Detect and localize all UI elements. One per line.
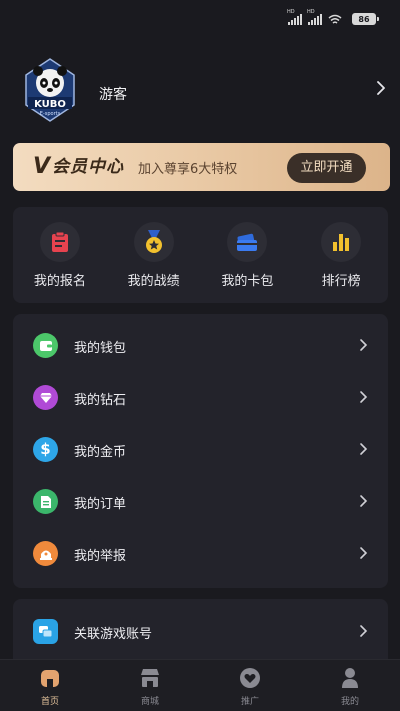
bar-chart-icon: [321, 222, 362, 262]
menu-item-report[interactable]: 我的举报: [13, 528, 388, 580]
nickname: 游客: [99, 87, 127, 103]
clipboard-icon: [39, 222, 80, 262]
quick-link-ranking[interactable]: 排行榜: [294, 207, 388, 303]
heart-icon: [240, 668, 260, 688]
tab-label: 我的: [340, 697, 359, 707]
menu-item-label: 我的钱包: [74, 341, 127, 356]
quick-link-label: 我的报名: [33, 274, 86, 289]
chevron-right-icon[interactable]: [374, 79, 388, 97]
quick-link-registration[interactable]: 我的报名: [13, 207, 107, 303]
wallet-icon: [33, 333, 58, 358]
chevron-right-icon: [360, 339, 368, 351]
document-icon: [33, 489, 58, 514]
account-menu: 我的钱包 我的钻石 $ 我的金币 我的订单 我的举报: [13, 314, 388, 588]
quick-link-record[interactable]: 我的战绩: [107, 207, 201, 303]
medal-icon: [133, 222, 174, 262]
profile-header[interactable]: KUBO E-sports 游客: [20, 55, 390, 129]
menu-item-wallet[interactable]: 我的钱包: [13, 320, 388, 372]
chevron-right-icon: [360, 443, 368, 455]
menu-item-coins[interactable]: $ 我的金币: [13, 424, 388, 476]
bottom-tab-bar: 首页 商城 推广 我的: [0, 659, 400, 711]
chevron-right-icon: [360, 547, 368, 559]
vip-center-logo: V 会员中心: [33, 154, 124, 180]
wifi-icon: [328, 14, 342, 24]
tab-label: 商城: [140, 697, 159, 707]
chevron-right-icon: [360, 495, 368, 507]
tab-store[interactable]: 商城: [100, 660, 200, 711]
menu-item-label: 我的订单: [74, 497, 127, 512]
store-icon: [141, 669, 159, 687]
dollar-icon: $: [33, 437, 58, 462]
menu-item-orders[interactable]: 我的订单: [13, 476, 388, 528]
svg-text:E-sports: E-sports: [40, 111, 61, 117]
kubo-logo-icon: KUBO E-sports: [25, 58, 75, 122]
card-wallet-icon: [227, 222, 268, 262]
vip-description: 加入尊享6大特权: [138, 162, 238, 177]
tab-mine[interactable]: 我的: [300, 660, 400, 711]
avatar[interactable]: KUBO E-sports: [20, 55, 80, 125]
vip-v-icon: V: [33, 154, 51, 179]
signal-1-icon: HD: [287, 9, 302, 25]
chevron-right-icon: [360, 391, 368, 403]
menu-item-diamond[interactable]: 我的钻石: [13, 372, 388, 424]
person-icon: [342, 668, 358, 688]
quick-links: 我的报名 我的战绩 我的卡包 排行榜: [13, 207, 388, 303]
tab-home[interactable]: 首页: [0, 660, 100, 711]
chevron-right-icon: [360, 625, 368, 637]
activate-vip-button[interactable]: 立即开通: [287, 153, 366, 183]
diamond-icon: [33, 385, 58, 410]
menu-item-label: 我的举报: [74, 549, 127, 564]
tab-label: 首页: [40, 697, 59, 707]
quick-link-card-wallet[interactable]: 我的卡包: [201, 207, 295, 303]
svg-text:KUBO: KUBO: [34, 99, 66, 110]
tab-label: 推广: [240, 697, 259, 707]
status-bar: HD HD 86: [0, 0, 400, 40]
quick-link-label: 我的战绩: [127, 274, 180, 289]
network-badge: HD: [287, 8, 295, 15]
vip-banner[interactable]: V 会员中心 加入尊享6大特权 立即开通: [13, 143, 390, 191]
menu-item-label: 关联游戏账号: [74, 627, 153, 642]
menu-item-label: 我的金币: [74, 445, 127, 460]
status-icons: HD HD 86: [287, 9, 379, 25]
signal-2-icon: HD: [307, 9, 322, 25]
battery-icon: 86: [352, 13, 379, 25]
quick-link-label: 排行榜: [321, 274, 361, 289]
report-icon: [33, 541, 58, 566]
menu-item-link-game-account[interactable]: 关联游戏账号: [13, 606, 388, 658]
menu-item-label: 我的钻石: [74, 393, 127, 408]
tab-promote[interactable]: 推广: [200, 660, 300, 711]
link-account-icon: [33, 619, 58, 644]
vip-center-title: 会员中心: [52, 157, 125, 177]
home-icon: [41, 670, 59, 687]
network-badge-2: HD: [307, 8, 315, 15]
quick-link-label: 我的卡包: [221, 274, 274, 289]
